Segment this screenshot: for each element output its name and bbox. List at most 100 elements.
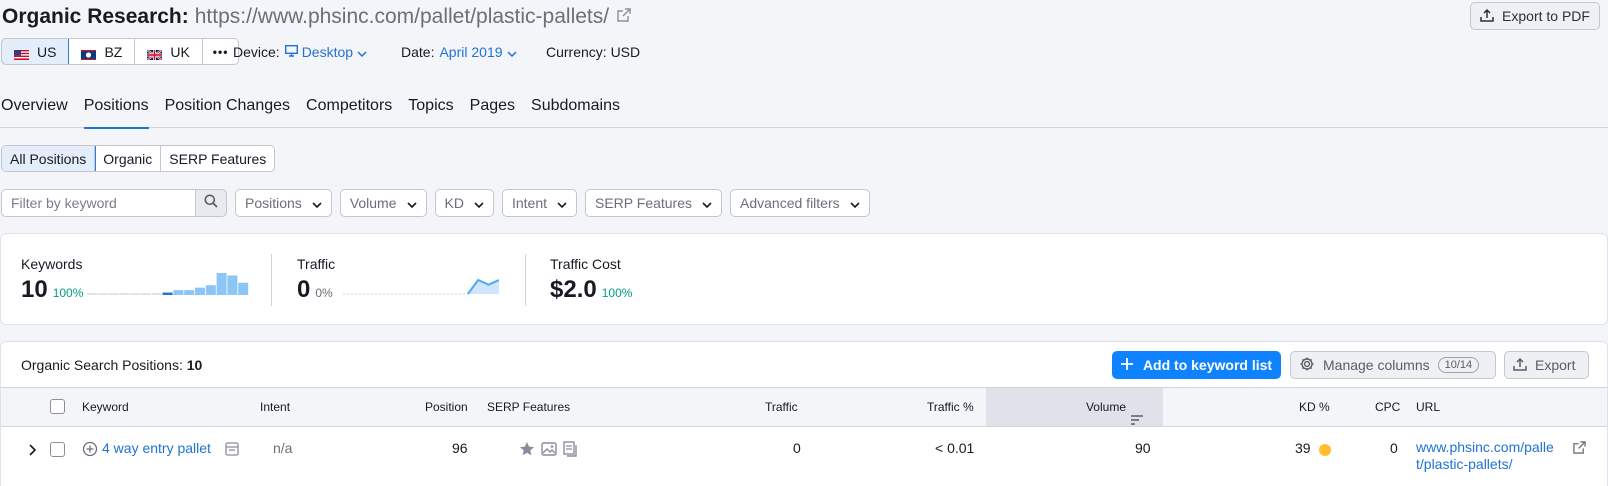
chevron-down-icon <box>850 195 860 211</box>
keyword-link[interactable]: 4 way entry pallet <box>102 440 211 456</box>
external-link-icon[interactable] <box>1573 441 1586 459</box>
keywords-trend-bar <box>162 292 173 295</box>
date-selector[interactable]: Date: April 2019 <box>401 38 517 65</box>
search-button[interactable] <box>196 189 227 217</box>
traffic-trend-chart <box>343 278 499 295</box>
segment-all-positions[interactable]: All Positions <box>2 146 97 171</box>
serp-features-filter[interactable]: SERP Features <box>585 189 723 217</box>
traffic-pct-value: < 0.01 <box>935 440 975 456</box>
us-flag-icon <box>14 47 29 60</box>
intent-filter-label: Intent <box>511 195 547 211</box>
report-tabs: Overview Positions Position Changes Comp… <box>0 88 1608 129</box>
keywords-pct: 100% <box>52 286 84 300</box>
row-checkbox[interactable] <box>50 442 65 457</box>
date-label: Date: <box>401 43 435 60</box>
col-kd[interactable]: KD % <box>1299 388 1330 426</box>
col-volume-sorted[interactable]: Volume <box>986 388 1163 426</box>
external-link-icon[interactable] <box>617 7 631 27</box>
traffic-cost-metric: Traffic Cost $2.0 100% <box>550 256 632 304</box>
traffic-value[interactable]: 0 <box>297 276 310 304</box>
device-selector[interactable]: Device: Desktop <box>233 38 367 65</box>
export-pdf-label: Export to PDF <box>1502 8 1590 24</box>
col-url[interactable]: URL <box>1416 388 1440 426</box>
tab-overview[interactable]: Overview <box>0 88 76 128</box>
export-label: Export <box>1535 357 1576 373</box>
kd-filter[interactable]: KD <box>434 189 494 217</box>
page-title: Organic Research: <box>2 5 189 28</box>
database-us-label: US <box>37 43 57 60</box>
chevron-down-icon <box>557 195 567 211</box>
upload-icon <box>1513 357 1527 374</box>
export-pdf-button[interactable]: Export to PDF <box>1470 2 1600 30</box>
manage-columns-button[interactable]: Manage columns 10/14 <box>1290 351 1496 379</box>
database-bz[interactable]: BZ <box>69 39 136 64</box>
traffic-value: 0 <box>793 440 801 456</box>
keywords-trend-bar <box>195 287 205 295</box>
keyword-filter-input[interactable] <box>1 189 196 217</box>
uk-flag-icon <box>146 47 163 61</box>
keywords-value[interactable]: 10 <box>21 276 48 304</box>
bz-flag-icon <box>81 47 97 60</box>
tab-competitors[interactable]: Competitors <box>298 88 400 128</box>
traffic-pct: 0% <box>315 286 333 300</box>
col-volume: Volume <box>1085 400 1126 414</box>
positions-filter-label: Positions <box>245 195 302 211</box>
add-to-keyword-list-button[interactable]: Add to keyword list <box>1112 351 1281 379</box>
plus-icon <box>1120 357 1133 373</box>
col-traffic-pct[interactable]: Traffic % <box>927 388 974 426</box>
traffic-cost-pct: 100% <box>601 286 633 300</box>
keyword-filter <box>1 189 227 217</box>
summary-card: Keywords 10 100% Traffic 0 0% Traffic Co… <box>0 233 1608 325</box>
col-keyword[interactable]: Keyword <box>82 388 129 426</box>
traffic-cost-value[interactable]: $2.0 <box>550 276 597 304</box>
col-cpc[interactable]: CPC <box>1375 388 1400 426</box>
table-count: 10 <box>186 357 203 373</box>
select-all-checkbox[interactable] <box>50 399 65 414</box>
tab-pages[interactable]: Pages <box>462 88 523 128</box>
segment-serp-features[interactable]: SERP Features <box>161 146 274 171</box>
tab-position-changes[interactable]: Position Changes <box>157 88 298 128</box>
col-position[interactable]: Position <box>425 388 468 426</box>
col-traffic[interactable]: Traffic <box>765 388 798 426</box>
star-icon[interactable] <box>519 441 535 462</box>
database-uk[interactable]: UK <box>135 39 203 64</box>
serp-snapshot-icon[interactable] <box>225 442 239 461</box>
divider <box>525 254 526 306</box>
gear-icon <box>1299 356 1315 375</box>
segment-organic[interactable]: Organic <box>95 146 162 171</box>
table-title: Organic Search Positions: 10 <box>21 357 202 373</box>
col-intent[interactable]: Intent <box>260 388 290 426</box>
tab-subdomains[interactable]: Subdomains <box>523 88 628 128</box>
device-value: Desktop <box>301 43 354 60</box>
database-selector: US BZ UK ••• <box>1 38 240 65</box>
intent-filter[interactable]: Intent <box>501 189 577 217</box>
database-bz-label: BZ <box>104 43 123 60</box>
related-pages-icon[interactable] <box>563 441 579 462</box>
positions-filter[interactable]: Positions <box>235 189 332 217</box>
chevron-down-icon <box>312 195 322 211</box>
volume-value: 90 <box>1135 440 1151 456</box>
url-line-2: t/plastic-pallets/ <box>1416 456 1513 472</box>
expand-row-icon[interactable] <box>29 443 37 461</box>
chevron-down-icon <box>506 44 517 60</box>
tab-topics[interactable]: Topics <box>400 88 461 128</box>
url-line-1: www.phsinc.com/palle <box>1416 439 1554 455</box>
advanced-filters-label: Advanced filters <box>740 195 840 211</box>
divider <box>271 254 272 306</box>
database-us[interactable]: US <box>2 39 70 64</box>
tab-positions[interactable]: Positions <box>76 88 157 129</box>
add-to-keyword-list-label: Add to keyword list <box>1142 357 1273 373</box>
advanced-filters[interactable]: Advanced filters <box>730 189 870 217</box>
url-link[interactable]: www.phsinc.com/palle t/plastic-pallets/ <box>1416 439 1576 473</box>
image-icon[interactable] <box>541 441 557 462</box>
positions-table-card: Organic Search Positions: 10 Add to keyw… <box>0 341 1608 486</box>
add-keyword-icon[interactable] <box>82 441 98 462</box>
volume-filter-label: Volume <box>349 195 397 211</box>
analyzed-url[interactable]: https://www.phsinc.com/pallet/plastic-pa… <box>195 5 609 29</box>
export-button[interactable]: Export <box>1504 351 1589 379</box>
position-value[interactable]: 96 <box>452 440 468 456</box>
volume-filter[interactable]: Volume <box>339 189 427 217</box>
col-serp-features[interactable]: SERP Features <box>487 388 570 426</box>
keywords-trend-bar <box>216 273 227 295</box>
search-icon <box>204 194 218 213</box>
